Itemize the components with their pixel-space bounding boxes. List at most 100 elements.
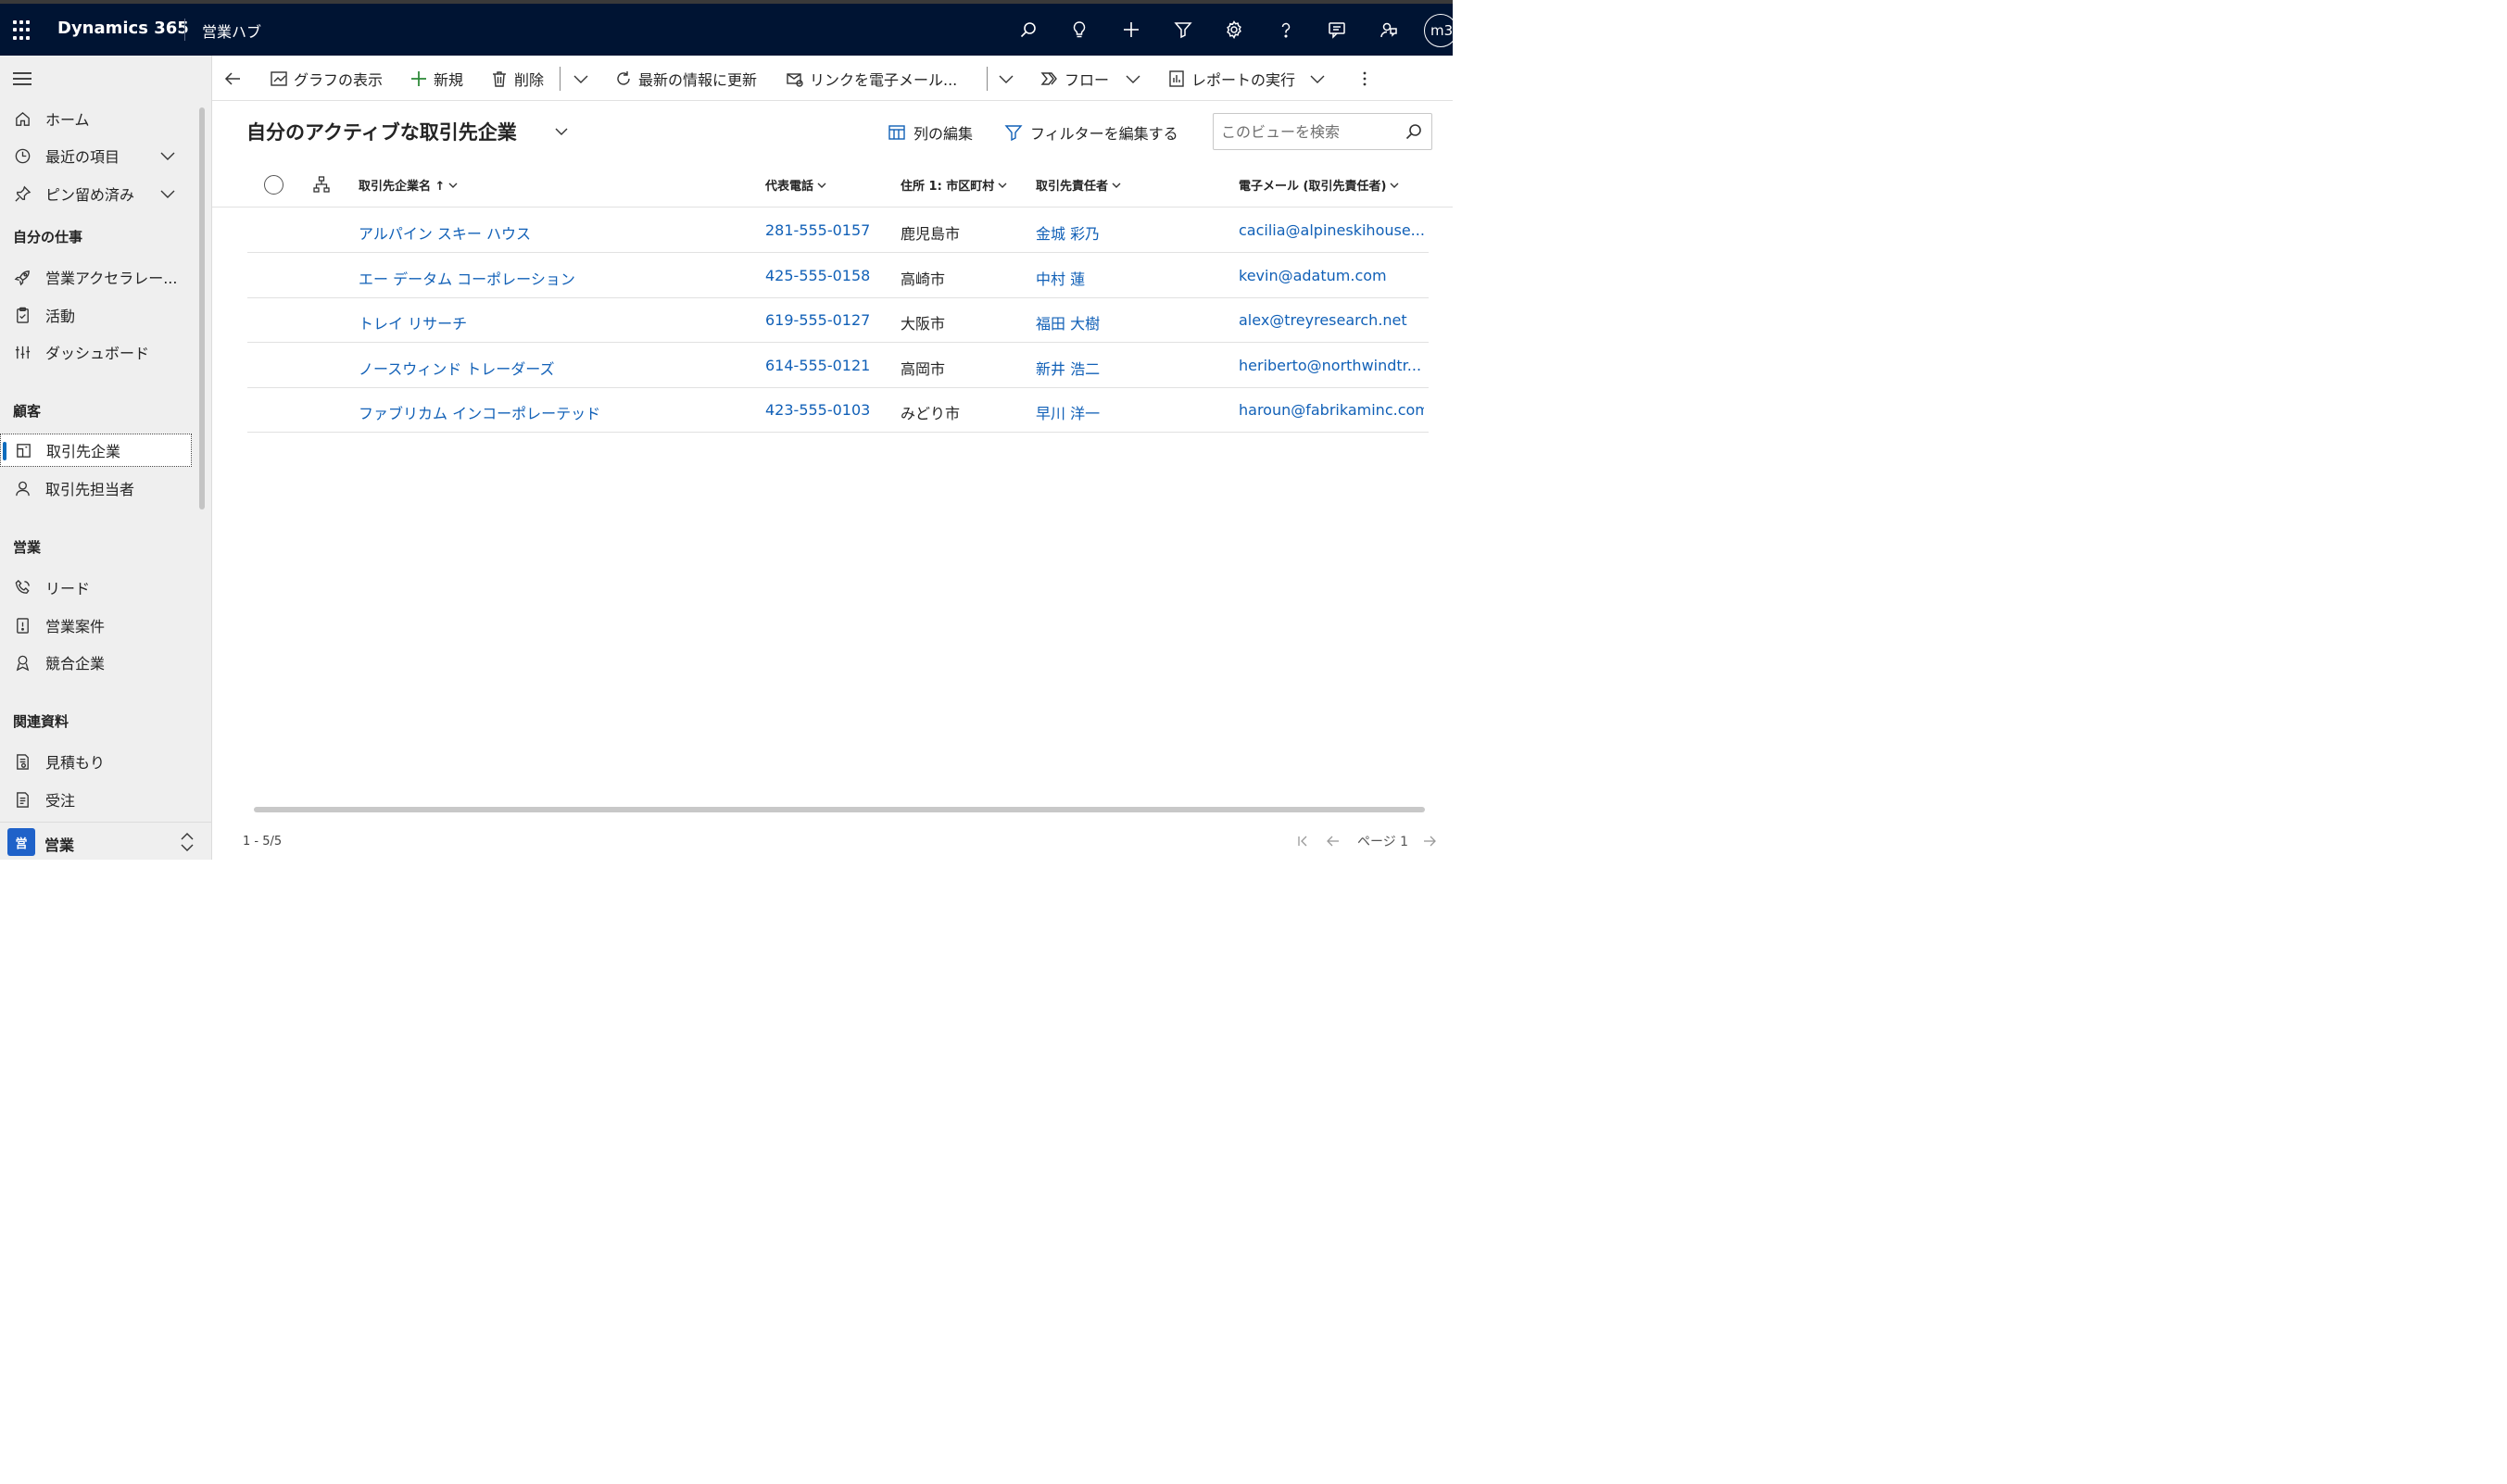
sidebar-item-label: 取引先担当者: [45, 481, 135, 498]
column-header-account-name[interactable]: 取引先企業名 ↑: [359, 176, 459, 194]
refresh-label: 最新の情報に更新: [638, 71, 758, 89]
chevron-up-down-icon[interactable]: [179, 831, 195, 853]
phone-link[interactable]: 619-555-0127: [765, 311, 870, 329]
refresh-button[interactable]: 最新の情報に更新: [614, 67, 757, 91]
edit-filters-button[interactable]: フィルターを編集する: [1004, 121, 1178, 144]
view-selector-title[interactable]: 自分のアクティブな取引先企業: [246, 118, 517, 145]
column-header-main-phone[interactable]: 代表電話: [765, 176, 827, 194]
email-link-dropdown[interactable]: [997, 67, 1021, 91]
feedback-icon[interactable]: [1377, 18, 1401, 42]
contact-link[interactable]: 早川 洋一: [1036, 401, 1100, 423]
sidebar-item-recent[interactable]: 最近の項目: [0, 139, 192, 172]
column-header-primary-contact[interactable]: 取引先責任者: [1036, 176, 1122, 194]
email-link[interactable]: cacilia@alpineskihouse....: [1239, 221, 1424, 239]
new-button[interactable]: 新規: [409, 67, 463, 91]
help-icon[interactable]: [1274, 18, 1298, 42]
phone-link[interactable]: 281-555-0157: [765, 221, 870, 239]
gear-icon[interactable]: [1222, 18, 1246, 42]
app-name[interactable]: Dynamics 365: [57, 19, 189, 38]
chevron-down-icon: [1310, 75, 1325, 83]
next-page-button[interactable]: [1422, 832, 1437, 850]
sidebar-item-label: リード: [45, 580, 91, 597]
chat-icon[interactable]: [1325, 18, 1349, 42]
sidebar-item-activities[interactable]: 活動: [0, 298, 192, 332]
search-icon[interactable]: [1405, 122, 1423, 141]
hub-name[interactable]: 営業ハブ: [202, 19, 261, 42]
sidebar-item-competitors[interactable]: 競合企業: [0, 646, 192, 679]
email-link-button[interactable]: リンクを電子メール...: [786, 67, 957, 91]
phone-link[interactable]: 423-555-0103: [765, 401, 870, 419]
phone-link[interactable]: 614-555-0121: [765, 357, 870, 374]
email-link[interactable]: kevin@adatum.com: [1239, 267, 1424, 284]
sidebar-item-label: ダッシュボード: [45, 345, 150, 362]
hamburger-menu-icon[interactable]: [13, 72, 31, 85]
view-search-input[interactable]: [1221, 121, 1397, 142]
command-separator: [987, 67, 988, 91]
person-icon: [13, 479, 31, 497]
account-name-link[interactable]: トレイ リサーチ: [359, 311, 467, 333]
contact-link[interactable]: 新井 浩二: [1036, 357, 1100, 379]
column-header-city[interactable]: 住所 1: 市区町村: [901, 176, 1008, 194]
phone-link[interactable]: 425-555-0158: [765, 267, 870, 284]
sidebar-item-home[interactable]: ホーム: [0, 102, 192, 135]
sidebar-item-dashboards[interactable]: ダッシュボード: [0, 335, 192, 369]
account-name-link[interactable]: エー データム コーポレーション: [359, 267, 575, 289]
search-icon[interactable]: [1016, 18, 1040, 42]
user-avatar[interactable]: m3: [1424, 14, 1457, 47]
select-all-checkbox[interactable]: [264, 175, 283, 195]
account-name-link[interactable]: アルパイン スキー ハウス: [359, 221, 531, 244]
app-launcher-icon[interactable]: [13, 20, 33, 41]
sidebar-item-pinned[interactable]: ピン留め済み: [0, 177, 192, 210]
table-row[interactable]: トレイ リサーチ 619-555-0127 大阪市 福田 大樹 alex@tre…: [247, 298, 1429, 343]
area-switcher[interactable]: 営 営業: [0, 822, 211, 860]
contact-link[interactable]: 金城 彩乃: [1036, 221, 1100, 244]
view-search-box[interactable]: [1213, 113, 1432, 150]
sidebar-item-accounts[interactable]: 取引先企業: [0, 434, 192, 467]
contact-link[interactable]: 中村 蓮: [1036, 267, 1085, 289]
sidebar-item-quotes[interactable]: 見積もり: [0, 745, 192, 778]
chevron-down-icon[interactable]: [159, 185, 176, 202]
more-commands-button[interactable]: [1355, 67, 1379, 91]
chevron-down-icon: [999, 75, 1014, 83]
account-name-link[interactable]: ノースウィンド トレーダーズ: [359, 357, 555, 379]
edit-columns-label: 列の編集: [913, 125, 974, 143]
phone-icon: [13, 578, 31, 597]
sidebar-item-label: 活動: [45, 308, 76, 325]
contact-link[interactable]: 福田 大樹: [1036, 311, 1100, 333]
more-dropdown-button[interactable]: [572, 67, 596, 91]
sidebar-item-sales-accelerator[interactable]: 営業アクセラレー...: [0, 260, 192, 294]
hierarchy-icon[interactable]: [312, 175, 331, 194]
filter-icon[interactable]: [1171, 18, 1195, 42]
previous-page-button[interactable]: [1326, 832, 1341, 850]
table-row[interactable]: ファブリカム インコーポレーテッド 423-555-0103 みどり市 早川 洋…: [247, 388, 1429, 433]
sidebar-item-contacts[interactable]: 取引先担当者: [0, 472, 192, 505]
grid-horizontal-scrollbar[interactable]: [254, 807, 1425, 812]
email-link[interactable]: haroun@fabrikaminc.com: [1239, 401, 1424, 419]
plus-icon[interactable]: [1119, 18, 1143, 42]
show-chart-button[interactable]: グラフの表示: [270, 67, 383, 91]
chevron-down-icon[interactable]: [159, 147, 176, 164]
email-link[interactable]: alex@treyresearch.net: [1239, 311, 1424, 329]
run-report-button[interactable]: レポートの実行: [1167, 67, 1332, 91]
flow-button[interactable]: フロー: [1040, 67, 1148, 91]
sidebar-item-orders[interactable]: 受注: [0, 783, 192, 816]
edit-columns-button[interactable]: 列の編集: [888, 121, 973, 144]
dashboard-icon: [13, 343, 31, 361]
first-page-button[interactable]: [1296, 832, 1311, 850]
delete-button[interactable]: 削除: [490, 67, 544, 91]
lightbulb-icon[interactable]: [1067, 18, 1091, 42]
table-row[interactable]: アルパイン スキー ハウス 281-555-0157 鹿児島市 金城 彩乃 ca…: [247, 208, 1429, 253]
email-link[interactable]: heriberto@northwindtr...: [1239, 357, 1424, 374]
account-name-link[interactable]: ファブリカム インコーポレーテッド: [359, 401, 600, 423]
sidebar-scrollbar[interactable]: [199, 107, 205, 509]
table-row[interactable]: ノースウィンド トレーダーズ 614-555-0121 高岡市 新井 浩二 he…: [247, 344, 1429, 388]
arrow-left-icon: [1327, 836, 1339, 847]
column-header-email[interactable]: 電子メール (取引先責任者): [1239, 176, 1400, 194]
chevron-down-icon: [998, 182, 1007, 188]
sidebar-item-opportunities[interactable]: 営業案件: [0, 609, 192, 642]
back-button[interactable]: [223, 67, 247, 91]
sidebar-item-leads[interactable]: リード: [0, 571, 192, 604]
rocket-icon: [13, 268, 31, 286]
table-row[interactable]: エー データム コーポレーション 425-555-0158 高崎市 中村 蓮 k…: [247, 254, 1429, 298]
chevron-down-icon[interactable]: [553, 123, 570, 140]
